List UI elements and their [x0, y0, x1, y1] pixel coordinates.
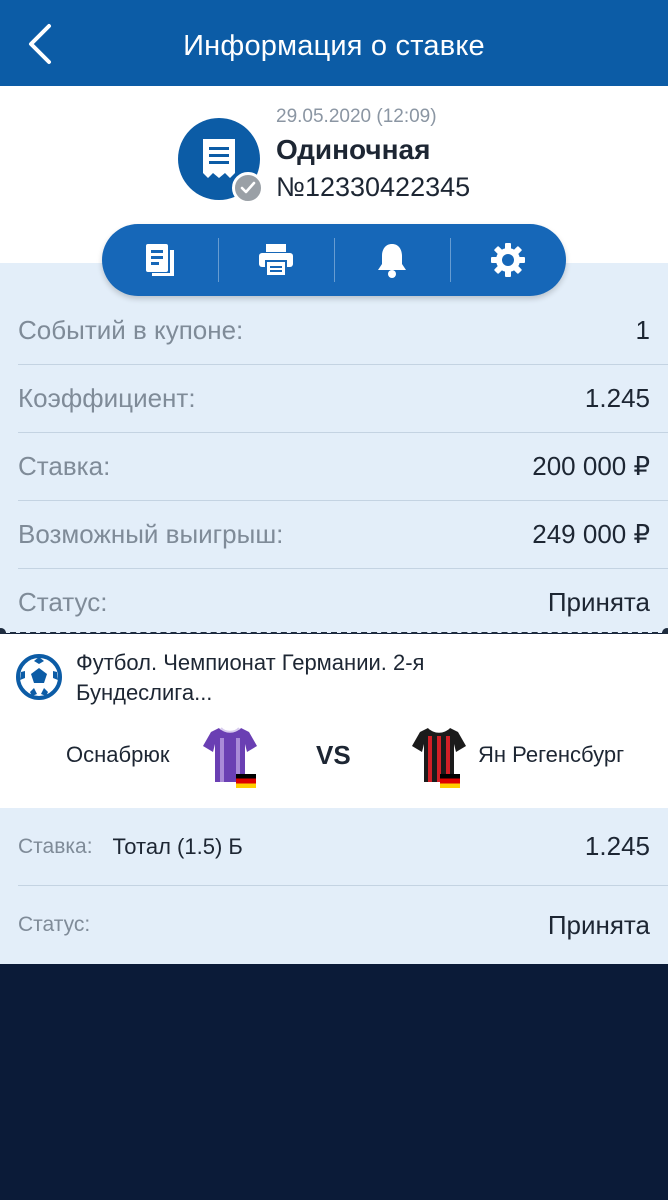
- bet-type: Одиночная: [276, 134, 431, 165]
- bet-date: 29.05.2020 (12:09): [276, 106, 437, 127]
- selection-label: Статус:: [18, 913, 91, 936]
- info-label: Событий в купоне:: [18, 315, 244, 345]
- page-title: Информация о ставке: [183, 30, 485, 62]
- info-row-status: Статус: Принята: [18, 568, 668, 636]
- settings-button[interactable]: [450, 224, 566, 296]
- copy-icon: [146, 244, 174, 276]
- info-row-possible-win: Возможный выигрыш: 249 000 ₽: [18, 501, 668, 569]
- info-value: 249 000 ₽: [532, 519, 650, 549]
- football-icon: [16, 654, 62, 700]
- bet-number: №12330422345: [276, 172, 471, 202]
- info-value: 1.245: [584, 383, 650, 413]
- selection-label: Ставка:: [18, 834, 93, 858]
- info-label: Возможный выигрыш:: [18, 519, 284, 549]
- germany-flag-icon: [440, 774, 460, 788]
- empty-footer: [0, 964, 668, 1200]
- event-title: Футбол. Чемпионат Германии. 2-я Бундесли…: [76, 650, 425, 705]
- copy-button[interactable]: [102, 224, 218, 296]
- germany-flag-icon: [236, 774, 256, 788]
- notify-button[interactable]: [334, 224, 450, 296]
- info-row-stake: Ставка: 200 000 ₽: [18, 433, 668, 501]
- info-label: Статус:: [18, 586, 108, 617]
- settings-icon: [491, 243, 525, 277]
- selection-odds: 1.245: [584, 831, 650, 861]
- info-label: Ставка:: [18, 451, 111, 481]
- versus-label: VS: [316, 740, 351, 770]
- selection-row-status: Статус: Принята: [18, 886, 668, 964]
- check-icon: [232, 172, 264, 204]
- print-button[interactable]: [218, 224, 334, 296]
- selection-market: Тотал (1.5) Б: [112, 833, 243, 859]
- status-badge: Принята: [547, 586, 650, 617]
- info-value: 200 000 ₽: [532, 451, 650, 481]
- selection-row-market: Ставка: Тотал (1.5) Б 1.245: [18, 808, 668, 886]
- receipt-avatar: [178, 118, 264, 204]
- app-header: Информация о ставке: [0, 0, 668, 86]
- print-icon: [259, 244, 293, 277]
- status-badge: Принята: [547, 909, 650, 940]
- event-card[interactable]: Футбол. Чемпионат Германии. 2-я Бундесли…: [0, 634, 668, 808]
- bell-icon: [378, 244, 406, 278]
- info-label: Коэффициент:: [18, 383, 196, 413]
- away-team-name: Ян Регенсбург: [478, 742, 625, 767]
- info-row-events: Событий в купоне: 1: [18, 297, 668, 365]
- bet-actions-bar: [102, 224, 566, 296]
- info-row-coefficient: Коэффициент: 1.245: [18, 365, 668, 433]
- home-team-name: Оснабрюк: [66, 742, 170, 767]
- info-value: 1: [635, 315, 650, 345]
